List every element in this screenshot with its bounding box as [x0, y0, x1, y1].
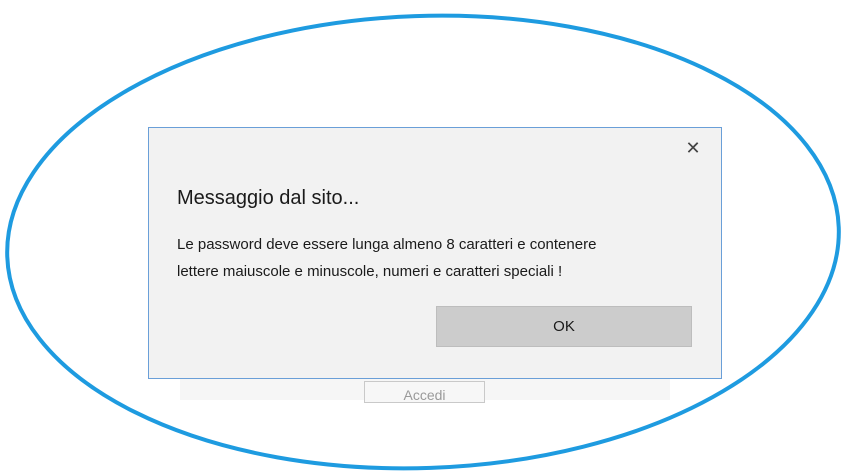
annotation-ellipse	[5, 13, 841, 471]
